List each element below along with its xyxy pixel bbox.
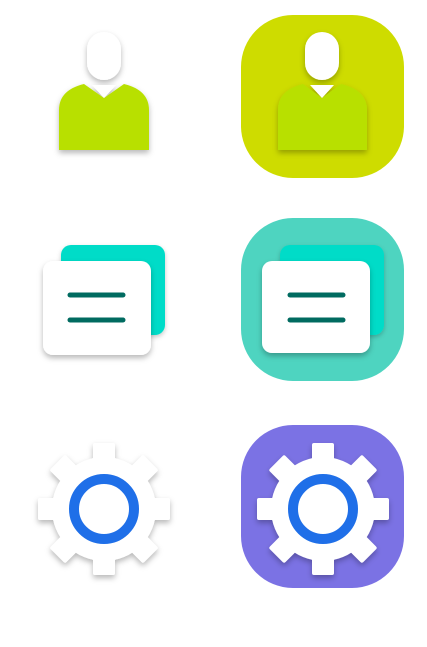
person-icon-tile: [240, 15, 405, 180]
person-icon-plain: [44, 20, 164, 170]
message-cards-icon-plain: [35, 235, 175, 365]
gear-icon-plain: [35, 440, 175, 580]
gear-icon-tile: [240, 425, 405, 590]
message-cards-icon-tile: [240, 218, 405, 383]
